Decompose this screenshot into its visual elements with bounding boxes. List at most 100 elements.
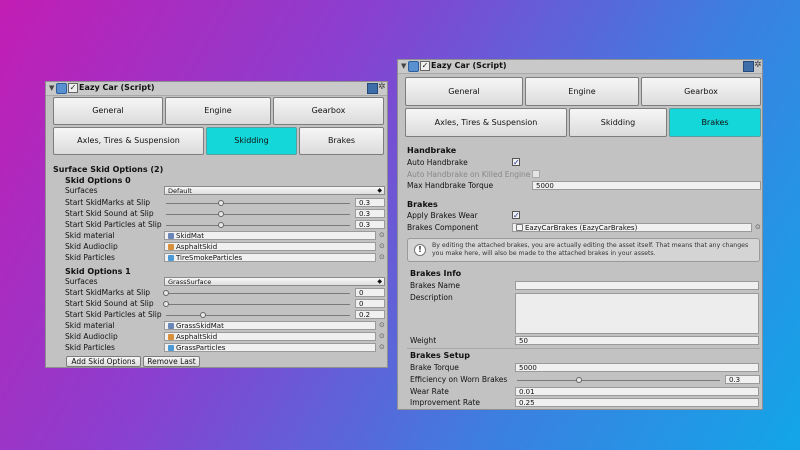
- brakes-component-value: EazyCarBrakes (EazyCarBrakes): [525, 224, 638, 232]
- skid-sound-slip-label: Start Skid Sound at Slip: [65, 209, 154, 218]
- audio-icon: [168, 334, 174, 340]
- efficiency-worn-track[interactable]: [517, 380, 720, 381]
- foldout-arrow-icon[interactable]: ▼: [49, 84, 54, 92]
- component-enabled-checkbox[interactable]: ✓: [420, 61, 430, 71]
- skid-audioclip-field[interactable]: AsphaltSkid: [164, 242, 376, 251]
- component-header[interactable]: ▼ ✓ Eazy Car (Script) ✲: [46, 82, 387, 96]
- help-text: By editing the attached brakes, you are …: [432, 242, 749, 257]
- brakes-name-label: Brakes Name: [410, 281, 460, 290]
- object-picker-icon[interactable]: ⊙: [379, 231, 385, 239]
- skid-particles-field[interactable]: TireSmokeParticles: [164, 253, 376, 262]
- skid-particles-value: TireSmokeParticles: [176, 254, 243, 262]
- help-book-icon[interactable]: [367, 83, 378, 94]
- brakes-name-field[interactable]: [515, 281, 759, 290]
- skid-sound-slip-thumb[interactable]: [163, 301, 169, 307]
- skidmarks-slip-thumb[interactable]: [163, 290, 169, 296]
- object-picker-icon[interactable]: ⊙: [379, 343, 385, 351]
- tab-axles-tires-suspension[interactable]: Axles, Tires & Suspension: [53, 127, 204, 155]
- help-book-icon[interactable]: [743, 61, 754, 72]
- skid-material-field[interactable]: GrassSkidMat: [164, 321, 376, 330]
- object-picker-icon[interactable]: ⊙: [755, 223, 761, 231]
- settings-gear-icon[interactable]: ✲: [378, 82, 386, 92]
- tab-general[interactable]: General: [53, 97, 163, 125]
- help-box: ! By editing the attached brakes, you ar…: [407, 238, 760, 262]
- skid-particles-slip-track[interactable]: [166, 315, 350, 316]
- skid-particles-label: Skid Particles: [65, 253, 115, 262]
- improvement-rate-field[interactable]: 0.25: [515, 398, 759, 407]
- skid-particles-slip-track[interactable]: [166, 225, 350, 226]
- surfaces-dropdown[interactable]: GrassSurface ◆: [164, 277, 385, 286]
- skidmarks-slip-thumb[interactable]: [218, 200, 224, 206]
- skid-audioclip-field[interactable]: AsphaltSkid: [164, 332, 376, 341]
- remove-last-button[interactable]: Remove Last: [143, 356, 200, 367]
- object-picker-icon[interactable]: ⊙: [379, 321, 385, 329]
- tab-axles-tires-suspension[interactable]: Axles, Tires & Suspension: [405, 108, 567, 137]
- skid-audioclip-value: AsphaltSkid: [176, 333, 218, 341]
- skid-particles-label: Skid Particles: [65, 343, 115, 352]
- brakes-info-heading: Brakes Info: [410, 269, 462, 278]
- settings-gear-icon[interactable]: ✲: [754, 60, 762, 70]
- apply-brakes-wear-checkbox[interactable]: ✓: [512, 211, 520, 220]
- skidmarks-slip-field[interactable]: 0: [355, 288, 385, 297]
- skid-options-heading: Skid Options 0: [65, 176, 131, 185]
- skid-particles-slip-field[interactable]: 0.2: [355, 310, 385, 319]
- dropdown-arrow-icon: ◆: [377, 187, 382, 194]
- object-picker-icon[interactable]: ⊙: [379, 242, 385, 250]
- skid-particles-slip-field[interactable]: 0.3: [355, 220, 385, 229]
- object-picker-icon[interactable]: ⊙: [379, 332, 385, 340]
- description-label: Description: [410, 293, 453, 302]
- efficiency-worn-thumb[interactable]: [576, 377, 582, 383]
- info-icon: !: [414, 244, 426, 256]
- tab-skidding[interactable]: Skidding: [206, 127, 297, 155]
- weight-label: Weight: [410, 336, 437, 345]
- brake-torque-field[interactable]: 5000: [515, 363, 759, 372]
- skid-material-label: Skid material: [65, 231, 115, 240]
- skid-particles-slip-label: Start Skid Particles at Slip: [65, 310, 162, 319]
- skid-sound-slip-track[interactable]: [166, 214, 350, 215]
- skid-sound-slip-field[interactable]: 0.3: [355, 209, 385, 218]
- skid-sound-slip-track[interactable]: [166, 304, 350, 305]
- skid-particles-field[interactable]: GrassParticles: [164, 343, 376, 352]
- skidmarks-slip-track[interactable]: [166, 293, 350, 294]
- tab-brakes[interactable]: Brakes: [669, 108, 761, 137]
- auto-handbrake-checkbox[interactable]: ✓: [512, 158, 520, 167]
- surfaces-value: GrassSurface: [168, 278, 212, 286]
- efficiency-worn-label: Efficiency on Worn Brakes: [410, 375, 508, 384]
- skid-sound-slip-field[interactable]: 0: [355, 299, 385, 308]
- skid-sound-slip-thumb[interactable]: [218, 211, 224, 217]
- surfaces-label: Surfaces: [65, 186, 98, 195]
- skid-audioclip-label: Skid Audioclip: [65, 242, 118, 251]
- wear-rate-field[interactable]: 0.01: [515, 387, 759, 396]
- tab-gearbox[interactable]: Gearbox: [641, 77, 761, 106]
- tab-gearbox[interactable]: Gearbox: [273, 97, 384, 125]
- script-icon: [408, 61, 419, 72]
- object-picker-icon[interactable]: ⊙: [379, 253, 385, 261]
- description-textarea[interactable]: [515, 293, 759, 334]
- weight-field[interactable]: 50: [515, 336, 759, 345]
- component-title: Eazy Car (Script): [431, 61, 507, 70]
- skid-particles-slip-label: Start Skid Particles at Slip: [65, 220, 162, 229]
- surfaces-dropdown[interactable]: Default ◆: [164, 186, 385, 195]
- tab-brakes[interactable]: Brakes: [299, 127, 384, 155]
- add-skid-options-button[interactable]: Add Skid Options: [66, 356, 141, 367]
- skid-particles-slip-thumb[interactable]: [218, 222, 224, 228]
- tab-skidding[interactable]: Skidding: [569, 108, 667, 137]
- tab-engine[interactable]: Engine: [165, 97, 271, 125]
- component-header[interactable]: ▼ ✓ Eazy Car (Script) ✲: [398, 60, 762, 74]
- max-handbrake-torque-field[interactable]: 5000: [532, 181, 761, 190]
- skid-particles-slip-thumb[interactable]: [200, 312, 206, 318]
- brakes-component-field[interactable]: EazyCarBrakes (EazyCarBrakes): [512, 223, 752, 232]
- efficiency-worn-field[interactable]: 0.3: [725, 375, 760, 384]
- skidmarks-slip-track[interactable]: [166, 203, 350, 204]
- tab-general[interactable]: General: [405, 77, 523, 106]
- foldout-arrow-icon[interactable]: ▼: [401, 62, 406, 70]
- left-inspector-panel: ▼ ✓ Eazy Car (Script) ✲ General Engine G…: [45, 81, 388, 368]
- tab-engine[interactable]: Engine: [525, 77, 639, 106]
- prefab-icon: [168, 345, 174, 351]
- auto-handbrake-killed-checkbox[interactable]: [532, 170, 540, 178]
- component-enabled-checkbox[interactable]: ✓: [68, 83, 78, 93]
- skid-material-field[interactable]: SkidMat: [164, 231, 376, 240]
- right-inspector-panel: ▼ ✓ Eazy Car (Script) ✲ General Engine G…: [397, 59, 763, 410]
- skid-material-value: GrassSkidMat: [176, 322, 224, 330]
- skidmarks-slip-field[interactable]: 0.3: [355, 198, 385, 207]
